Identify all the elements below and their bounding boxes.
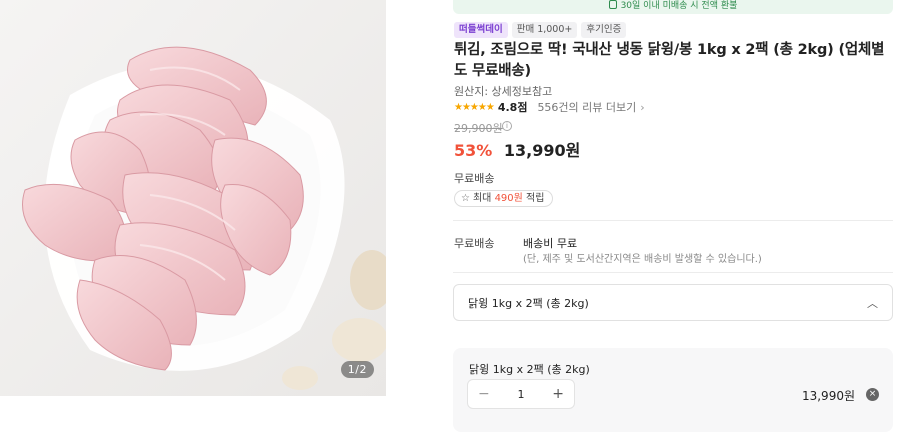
product-origin: 원산지: 상세정보참고 [454, 85, 553, 98]
shipping-title: 무료배송 [454, 172, 495, 185]
quantity-value[interactable]: 1 [518, 388, 525, 401]
divider [453, 272, 893, 273]
chevron-right-icon[interactable]: › [640, 101, 644, 114]
event-badge: 떠들썩데이 [454, 22, 508, 38]
remove-option-icon[interactable]: × [866, 388, 879, 401]
sale-price: 13,990원 [503, 141, 581, 160]
sales-badge: 판매 1,000+ [511, 22, 578, 38]
price-row: 53% 13,990원 [454, 137, 580, 161]
points-chip[interactable]: ☆ 최대 490원 적립 [454, 190, 554, 207]
option-select-dropdown[interactable]: 닭윙 1kg x 2팩 (총 2kg) ︿ [453, 284, 893, 321]
option-select-value: 닭윙 1kg x 2팩 (총 2kg) [468, 296, 589, 310]
info-icon[interactable]: i [502, 121, 512, 131]
selected-option-name: 닭윙 1kg x 2팩 (총 2kg) [469, 363, 590, 376]
rating-row: ★★★★★ 4.8점 556건의 리뷰 더보기 › [454, 99, 645, 115]
discount-rate: 53% [454, 141, 493, 160]
product-badges: 떠들썩데이 판매 1,000+ 후기인증 [454, 22, 627, 38]
delivery-label: 무료배송 [454, 237, 495, 250]
product-info-panel: 30일 이내 미배송 시 전액 환불 떠들썩데이 판매 1,000+ 후기인증 … [438, 0, 893, 432]
box-icon [608, 0, 617, 9]
quantity-stepper: − 1 + [467, 379, 575, 409]
selected-option-price: 13,990원 [801, 389, 855, 403]
product-image [0, 0, 386, 396]
delivery-value: 배송비 무료 [523, 237, 578, 250]
quantity-plus-button[interactable]: + [552, 387, 564, 401]
refund-notice-banner: 30일 이내 미배송 시 전액 환불 [453, 0, 893, 14]
review-more-link[interactable]: 556건의 리뷰 더보기 [537, 99, 636, 115]
original-price: 29,900원 [454, 122, 503, 135]
product-image-gallery[interactable]: 1/2 [0, 0, 386, 396]
rating-score: 4.8점 [497, 101, 528, 114]
points-prefix: 최대 [472, 193, 492, 204]
product-title: 튀김, 조림으로 딱! 국내산 냉동 닭윙/봉 1kg x 2팩 (총 2kg)… [454, 42, 885, 79]
star-rating-icon: ★★★★★ [454, 101, 495, 113]
gallery-page-indicator: 1/2 [340, 361, 374, 378]
delivery-note: (단, 제주 및 도서산간지역은 배송비 발생할 수 있습니다.) [523, 254, 762, 265]
chevron-up-icon[interactable]: ︿ [867, 295, 878, 311]
quantity-minus-button[interactable]: − [478, 387, 490, 401]
points-icon: ☆ [461, 193, 470, 204]
points-suffix: 적립 [526, 193, 545, 204]
refund-notice-text: 30일 이내 미배송 시 전액 환불 [620, 1, 738, 11]
review-certified-badge: 후기인증 [581, 22, 627, 38]
points-amount: 490원 [494, 193, 523, 204]
divider [453, 220, 893, 221]
selected-option-card: 닭윙 1kg x 2팩 (총 2kg) − 1 + 13,990원 × [453, 348, 893, 432]
